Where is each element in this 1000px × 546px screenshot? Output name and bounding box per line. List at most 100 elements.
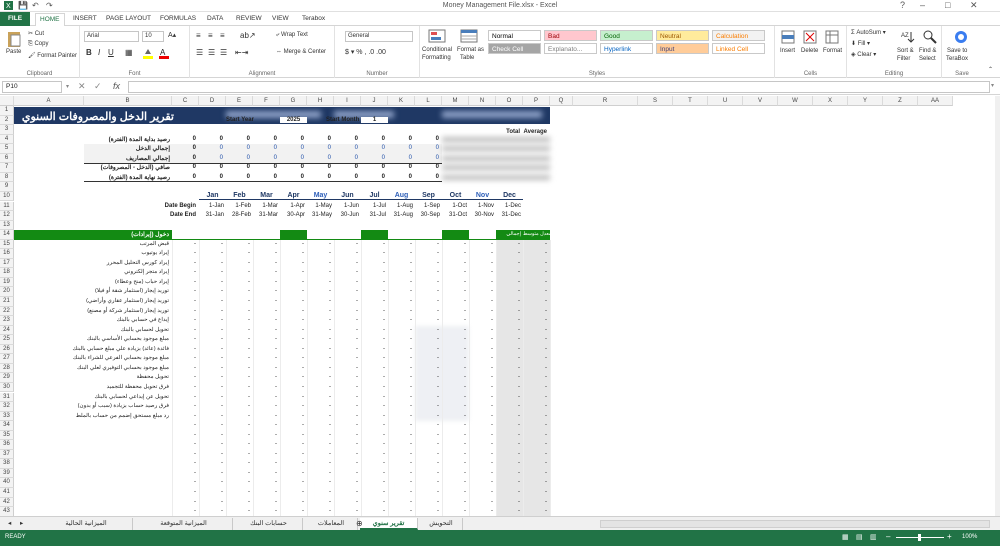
- tab-formulas[interactable]: FORMULAS: [160, 14, 196, 26]
- income-cell-dash[interactable]: -: [442, 346, 466, 352]
- insert-cells-icon[interactable]: [781, 30, 795, 46]
- row-header-4[interactable]: 4: [0, 134, 14, 145]
- income-cell-dash[interactable]: -: [280, 479, 304, 485]
- income-cell-dash[interactable]: -: [226, 489, 250, 495]
- income-cell-dash[interactable]: -: [496, 250, 520, 256]
- income-cell-dash[interactable]: -: [199, 508, 223, 514]
- income-cell-dash[interactable]: -: [523, 470, 547, 476]
- format-as-table-icon[interactable]: [460, 29, 478, 45]
- income-cell-dash[interactable]: -: [307, 470, 331, 476]
- income-cell-dash[interactable]: -: [415, 355, 439, 361]
- income-cell-dash[interactable]: -: [361, 432, 385, 438]
- income-cell-dash[interactable]: -: [172, 394, 196, 400]
- collapse-ribbon-icon[interactable]: ⌃: [988, 66, 993, 73]
- grow-font-icon[interactable]: A▴: [168, 31, 176, 39]
- income-cell-dash[interactable]: -: [442, 394, 466, 400]
- column-header-O[interactable]: O: [496, 96, 523, 106]
- terabox-icon[interactable]: [954, 30, 968, 46]
- summary-value-1-6[interactable]: 0: [280, 145, 304, 151]
- income-cell-dash[interactable]: -: [172, 336, 196, 342]
- wrap-text-button[interactable]: ⤶ Wrap Text: [276, 32, 308, 39]
- income-cell-dash[interactable]: -: [253, 499, 277, 505]
- income-cell-dash[interactable]: -: [253, 460, 277, 466]
- summary-value-0-3[interactable]: 0: [199, 136, 223, 142]
- income-cell-dash[interactable]: -: [442, 308, 466, 314]
- income-cell-dash[interactable]: -: [388, 432, 412, 438]
- income-cell-dash[interactable]: -: [523, 384, 547, 390]
- income-cell-dash[interactable]: -: [388, 403, 412, 409]
- income-cell-dash[interactable]: -: [523, 499, 547, 505]
- income-cell-dash[interactable]: -: [253, 489, 277, 495]
- income-cell-dash[interactable]: -: [442, 355, 466, 361]
- income-cell-dash[interactable]: -: [469, 288, 493, 294]
- income-cell-dash[interactable]: -: [469, 308, 493, 314]
- income-cell-dash[interactable]: -: [415, 250, 439, 256]
- income-cell-dash[interactable]: -: [334, 451, 358, 457]
- align-top-icon[interactable]: ≡: [196, 31, 201, 40]
- row-header-30[interactable]: 30: [0, 382, 14, 393]
- income-cell-dash[interactable]: -: [226, 241, 250, 247]
- scroll-sheets-right-icon[interactable]: ▸: [16, 518, 27, 530]
- summary-value-1-5[interactable]: 0: [253, 145, 277, 151]
- income-cell-dash[interactable]: -: [469, 336, 493, 342]
- income-cell-dash[interactable]: -: [199, 288, 223, 294]
- income-cell-dash[interactable]: -: [523, 365, 547, 371]
- income-cell-dash[interactable]: -: [361, 470, 385, 476]
- summary-value-0-4[interactable]: 0: [226, 136, 250, 142]
- row-header-36[interactable]: 36: [0, 440, 14, 450]
- income-cell-dash[interactable]: -: [523, 288, 547, 294]
- confirm-entry-icon[interactable]: ✓: [94, 81, 102, 92]
- income-cell-dash[interactable]: -: [226, 317, 250, 323]
- income-cell-dash[interactable]: -: [172, 288, 196, 294]
- income-cell-dash[interactable]: -: [307, 241, 331, 247]
- find-select-icon[interactable]: [923, 30, 937, 46]
- income-cell-dash[interactable]: -: [280, 288, 304, 294]
- income-cell-dash[interactable]: -: [334, 308, 358, 314]
- horizontal-scrollbar[interactable]: [600, 520, 990, 528]
- row-header-22[interactable]: 22: [0, 306, 14, 317]
- row-header-35[interactable]: 35: [0, 430, 14, 441]
- income-cell-dash[interactable]: -: [307, 374, 331, 380]
- income-cell-dash[interactable]: -: [415, 460, 439, 466]
- income-cell-dash[interactable]: -: [388, 441, 412, 447]
- income-cell-dash[interactable]: -: [334, 403, 358, 409]
- column-header-B[interactable]: B: [84, 96, 172, 106]
- column-header-P[interactable]: P: [523, 96, 550, 106]
- cell-style-4[interactable]: Calculation: [712, 30, 765, 41]
- income-cell-dash[interactable]: -: [415, 422, 439, 428]
- column-header-F[interactable]: F: [253, 96, 280, 106]
- income-cell-dash[interactable]: -: [172, 413, 196, 419]
- income-cell-dash[interactable]: -: [307, 403, 331, 409]
- income-cell-dash[interactable]: -: [361, 269, 385, 275]
- income-cell-dash[interactable]: -: [253, 479, 277, 485]
- income-cell-dash[interactable]: -: [523, 403, 547, 409]
- income-cell-dash[interactable]: -: [469, 365, 493, 371]
- income-cell-dash[interactable]: -: [280, 384, 304, 390]
- income-cell-dash[interactable]: -: [280, 308, 304, 314]
- row-header-27[interactable]: 27: [0, 354, 14, 364]
- tab-file[interactable]: FILE: [0, 12, 30, 26]
- income-cell-dash[interactable]: -: [442, 479, 466, 485]
- income-cell-dash[interactable]: -: [496, 308, 520, 314]
- cancel-entry-icon[interactable]: ✕: [78, 81, 86, 92]
- income-cell-dash[interactable]: -: [496, 499, 520, 505]
- income-cell-dash[interactable]: -: [523, 432, 547, 438]
- income-cell-dash[interactable]: -: [307, 327, 331, 333]
- income-cell-dash[interactable]: -: [226, 279, 250, 285]
- income-cell-dash[interactable]: -: [496, 403, 520, 409]
- name-box[interactable]: P10: [2, 81, 62, 93]
- cell-style-8[interactable]: Input: [656, 43, 709, 54]
- column-header-G[interactable]: G: [280, 96, 307, 106]
- income-cell-dash[interactable]: -: [226, 403, 250, 409]
- income-cell-dash[interactable]: -: [388, 413, 412, 419]
- summary-value-4-6[interactable]: 0: [280, 174, 304, 180]
- income-cell-dash[interactable]: -: [523, 346, 547, 352]
- income-cell-dash[interactable]: -: [388, 394, 412, 400]
- summary-value-4-10[interactable]: 0: [388, 174, 412, 180]
- summary-value-0-5[interactable]: 0: [253, 136, 277, 142]
- summary-value-4-2[interactable]: 0: [172, 174, 196, 180]
- row-header-10[interactable]: 10: [0, 191, 14, 202]
- income-cell-dash[interactable]: -: [496, 489, 520, 495]
- income-cell-dash[interactable]: -: [388, 327, 412, 333]
- income-cell-dash[interactable]: -: [334, 441, 358, 447]
